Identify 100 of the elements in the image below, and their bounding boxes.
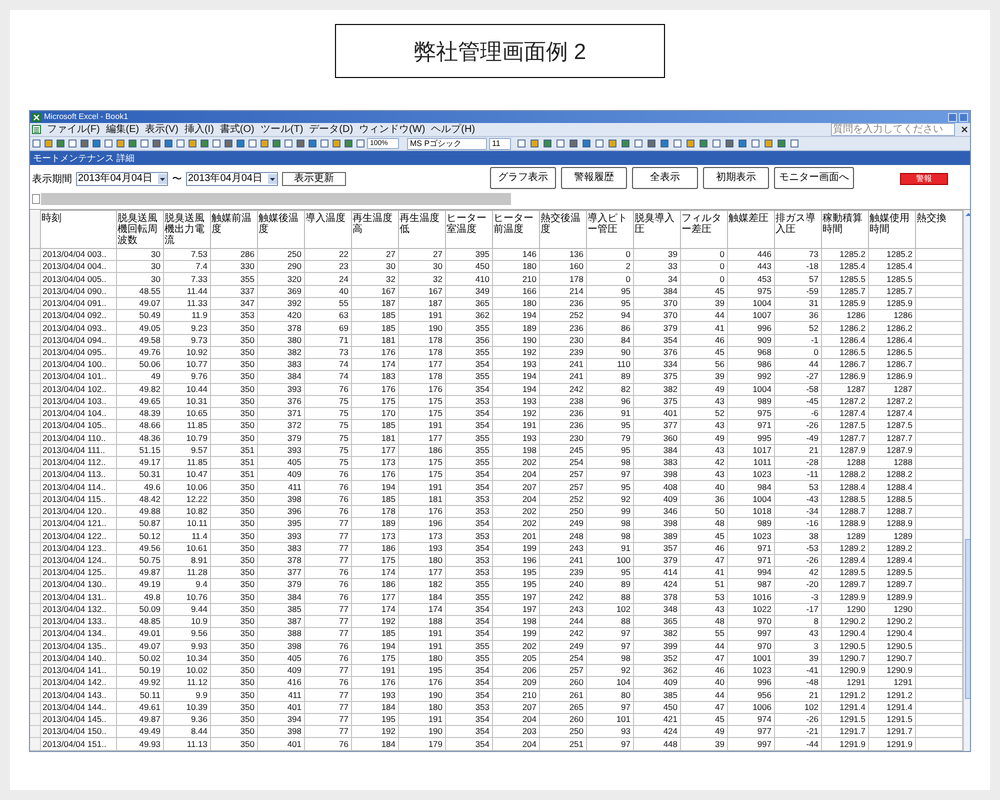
table-cell: 39: [633, 248, 680, 261]
table-cell: 77: [304, 530, 351, 542]
column-header[interactable]: 脱臭送風機回転周波数: [116, 210, 163, 248]
table-cell: 46: [680, 542, 727, 554]
menu-item[interactable]: ヘルプ(H): [431, 124, 476, 134]
column-header[interactable]: 再生温度低: [398, 210, 445, 248]
table-cell: 173: [351, 456, 398, 469]
table-cell: 75: [304, 420, 351, 432]
table-cell: 975: [727, 285, 774, 298]
table-cell: 360: [633, 432, 680, 444]
table-cell: 394: [257, 713, 304, 726]
minimize-button[interactable]: [948, 112, 957, 122]
table-cell: 40: [680, 480, 727, 494]
date-to-dropdown[interactable]: 2013年04月04日: [186, 172, 278, 186]
table-cell: 86: [586, 322, 633, 334]
menu-item[interactable]: 表示(V): [145, 124, 178, 134]
table-cell: 167: [398, 285, 445, 298]
column-header[interactable]: 脱臭送風機出力電流: [163, 210, 210, 248]
table-cell: 2013/04/04 115..: [40, 493, 116, 506]
table-cell: 248: [539, 530, 586, 542]
table-cell: 95: [586, 285, 633, 298]
menu-item[interactable]: 書式(O): [220, 124, 254, 134]
table-cell: 91: [586, 542, 633, 554]
column-header[interactable]: 触媒使用時間: [868, 210, 915, 248]
column-header[interactable]: 排ガス導入圧: [774, 210, 821, 248]
table-cell: 2013/04/04 135..: [40, 640, 116, 652]
table-cell: 175: [398, 408, 445, 420]
table-cell: 354: [445, 408, 492, 420]
menu-item[interactable]: 挿入(I): [184, 124, 214, 134]
menu-item[interactable]: データ(D): [309, 124, 354, 134]
table-cell: 181: [398, 493, 445, 506]
table-cell: 50.12: [116, 530, 163, 542]
form-button[interactable]: 初期表示: [703, 167, 769, 189]
column-header[interactable]: 触媒後温度: [257, 210, 304, 248]
column-header[interactable]: 脱臭導入圧: [633, 210, 680, 248]
scrollbar-thumb[interactable]: [964, 539, 970, 699]
table-cell: 1289: [868, 530, 915, 542]
table-cell: 205: [492, 652, 539, 664]
column-header[interactable]: 導入温度: [304, 210, 351, 248]
table-cell: 32: [351, 272, 398, 286]
column-header[interactable]: ヒーター室温度: [445, 210, 492, 248]
table-cell: 378: [257, 554, 304, 567]
column-header[interactable]: 熱交換: [915, 210, 962, 248]
form-button[interactable]: 全表示: [632, 167, 698, 189]
table-cell: 185: [351, 493, 398, 506]
table-cell: 7.53: [163, 248, 210, 261]
table-cell: 185: [351, 322, 398, 334]
restore-button[interactable]: [959, 112, 968, 122]
column-header[interactable]: 導入ピトー管圧: [586, 210, 633, 248]
column-header[interactable]: 時刻: [40, 210, 116, 248]
table-cell: 1290.2: [821, 616, 868, 628]
table-cell: 1291.9: [821, 738, 868, 750]
column-header[interactable]: 触媒差圧: [727, 210, 774, 248]
table-cell: 92: [586, 493, 633, 506]
date-from-dropdown[interactable]: 2013年04月04日: [76, 172, 168, 186]
table-cell: 191: [398, 640, 445, 652]
table-cell: 350: [210, 664, 257, 677]
column-header[interactable]: 再生温度高: [351, 210, 398, 248]
table-cell: 350: [210, 713, 257, 726]
table-cell: 350: [210, 578, 257, 592]
table-cell: 370: [633, 297, 680, 310]
table-cell: 383: [257, 358, 304, 371]
column-header[interactable]: 触媒前温度: [210, 210, 257, 248]
table-cell: 1287.2: [868, 395, 915, 408]
table-cell: 353: [445, 505, 492, 518]
table-cell: 395: [445, 248, 492, 261]
font-size-dropdown[interactable]: 11: [489, 138, 511, 150]
table-cell: 1023: [727, 468, 774, 481]
table-cell: 76: [304, 480, 351, 494]
column-header[interactable]: 熱交後温度: [539, 210, 586, 248]
menu-item[interactable]: ファイル(F): [47, 124, 100, 134]
close-icon[interactable]: [961, 126, 968, 133]
table-cell: 398: [257, 640, 304, 652]
table-cell: 49.07: [116, 640, 163, 652]
table-cell: 136: [539, 248, 586, 261]
help-search-field[interactable]: 質問を入力してください: [831, 123, 955, 136]
menu-item[interactable]: ツール(T): [260, 124, 304, 134]
table-cell: 2013/04/04 124..: [40, 554, 116, 567]
menu-item[interactable]: 編集(E): [106, 124, 140, 134]
refresh-button[interactable]: 表示更新: [282, 172, 346, 186]
table-cell: 0: [680, 260, 727, 273]
table-cell: 80: [586, 688, 633, 702]
table-cell: 1286.5: [821, 346, 868, 359]
column-header[interactable]: ヒーター前温度: [492, 210, 539, 248]
table-cell: 49.58: [116, 334, 163, 346]
table-cell: 43: [680, 395, 727, 408]
column-header[interactable]: 稼動積算時間: [821, 210, 868, 248]
column-header[interactable]: フィルター差圧: [680, 210, 727, 248]
table-cell: 372: [257, 420, 304, 432]
menu-item[interactable]: ウィンドウ(W): [359, 124, 426, 134]
table-cell: 261: [539, 688, 586, 702]
table-cell: 355: [445, 322, 492, 334]
font-dropdown[interactable]: MS Pゴシック: [407, 138, 487, 150]
table-cell: 51.15: [116, 444, 163, 456]
table-cell: 1289.9: [868, 591, 915, 604]
form-button[interactable]: 警報履歴: [561, 167, 627, 189]
form-button[interactable]: グラフ表示: [490, 167, 556, 189]
form-button[interactable]: モニター画面へ: [774, 167, 854, 189]
table-cell: 384: [257, 591, 304, 604]
table-cell: 50.87: [116, 518, 163, 530]
